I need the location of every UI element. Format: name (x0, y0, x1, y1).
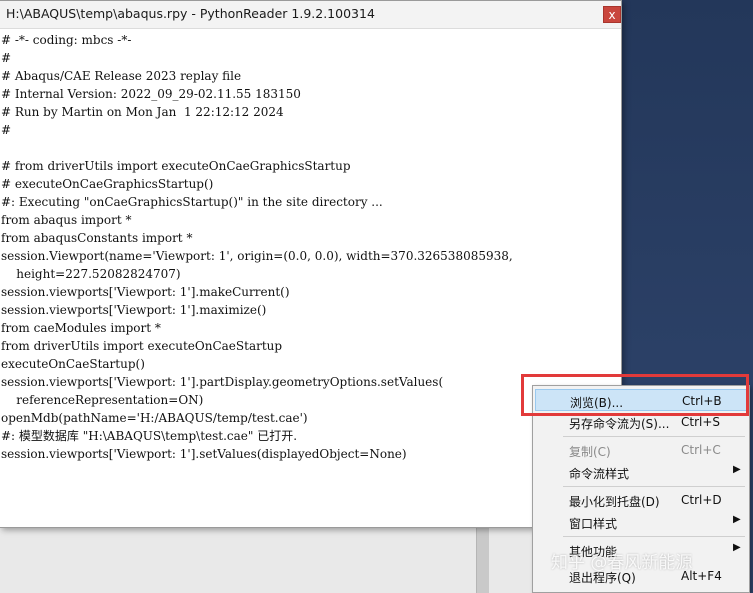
code-line: #: 模型数据库 "H:\ABAQUS\temp\test.cae" 已打开. (1, 429, 298, 443)
background-scrollbar[interactable] (476, 528, 489, 593)
code-line: from driverUtils import executeOnCaeStar… (1, 339, 283, 353)
code-line: # -*- coding: mbcs -*- (1, 33, 132, 47)
annotation-highlight-box (521, 374, 749, 416)
close-button[interactable]: x (603, 6, 621, 23)
menu-item-window-style[interactable]: 窗口样式 ▶ (535, 511, 747, 533)
code-line: # from driverUtils import executeOnCaeGr… (1, 159, 351, 173)
menu-item-label: 另存命令流为(S)... (569, 417, 670, 431)
code-line: # Run by Martin on Mon Jan 1 22:12:12 20… (1, 105, 284, 119)
menu-item-minimize-tray[interactable]: 最小化到托盘(D) Ctrl+D (535, 489, 747, 511)
background-window (0, 528, 540, 593)
code-line: session.viewports['Viewport: 1'].setValu… (1, 447, 407, 461)
code-line: from caeModules import * (1, 321, 161, 335)
menu-item-label: 复制(C) (569, 445, 611, 459)
menu-separator (563, 536, 745, 537)
title-bar[interactable]: H:\ABAQUS\temp\abaqus.rpy - PythonReader… (0, 1, 621, 29)
menu-item-command-style[interactable]: 命令流样式 ▶ (535, 461, 747, 483)
code-line: # (1, 123, 12, 137)
code-line: session.Viewport(name='Viewport: 1', ori… (1, 249, 513, 263)
code-line: from abaqus import * (1, 213, 132, 227)
code-line: session.viewports['Viewport: 1'].maximiz… (1, 303, 267, 317)
menu-item-shortcut: Ctrl+C (681, 443, 721, 457)
code-line: # Abaqus/CAE Release 2023 replay file (1, 69, 242, 83)
watermark: 知乎 @春风新能源 (551, 553, 693, 573)
menu-item-copy[interactable]: 复制(C) Ctrl+C (535, 439, 747, 461)
chevron-right-icon: ▶ (733, 464, 741, 475)
chevron-right-icon: ▶ (733, 542, 741, 553)
code-line: height=227.52082824707) (1, 267, 181, 281)
code-line: # executeOnCaeGraphicsStartup() (1, 177, 214, 191)
code-line: executeOnCaeStartup() (1, 357, 145, 371)
menu-separator (563, 436, 745, 437)
menu-item-shortcut: Ctrl+S (681, 415, 721, 429)
chevron-right-icon: ▶ (733, 514, 741, 525)
menu-item-shortcut: Ctrl+D (681, 493, 722, 507)
code-line: #: Executing "onCaeGraphicsStartup()" in… (1, 195, 383, 209)
menu-item-label: 最小化到托盘(D) (569, 495, 660, 509)
menu-separator (563, 486, 745, 487)
code-line: # (1, 51, 12, 65)
code-line: session.viewports['Viewport: 1'].makeCur… (1, 285, 290, 299)
menu-item-label: 窗口样式 (569, 517, 618, 531)
code-line: from abaqusConstants import * (1, 231, 193, 245)
python-reader-window: H:\ABAQUS\temp\abaqus.rpy - PythonReader… (0, 0, 622, 528)
window-title: H:\ABAQUS\temp\abaqus.rpy - PythonReader… (6, 6, 375, 21)
menu-item-label: 命令流样式 (569, 467, 630, 481)
code-line: # Internal Version: 2022_09_29-02.11.55 … (1, 87, 301, 101)
